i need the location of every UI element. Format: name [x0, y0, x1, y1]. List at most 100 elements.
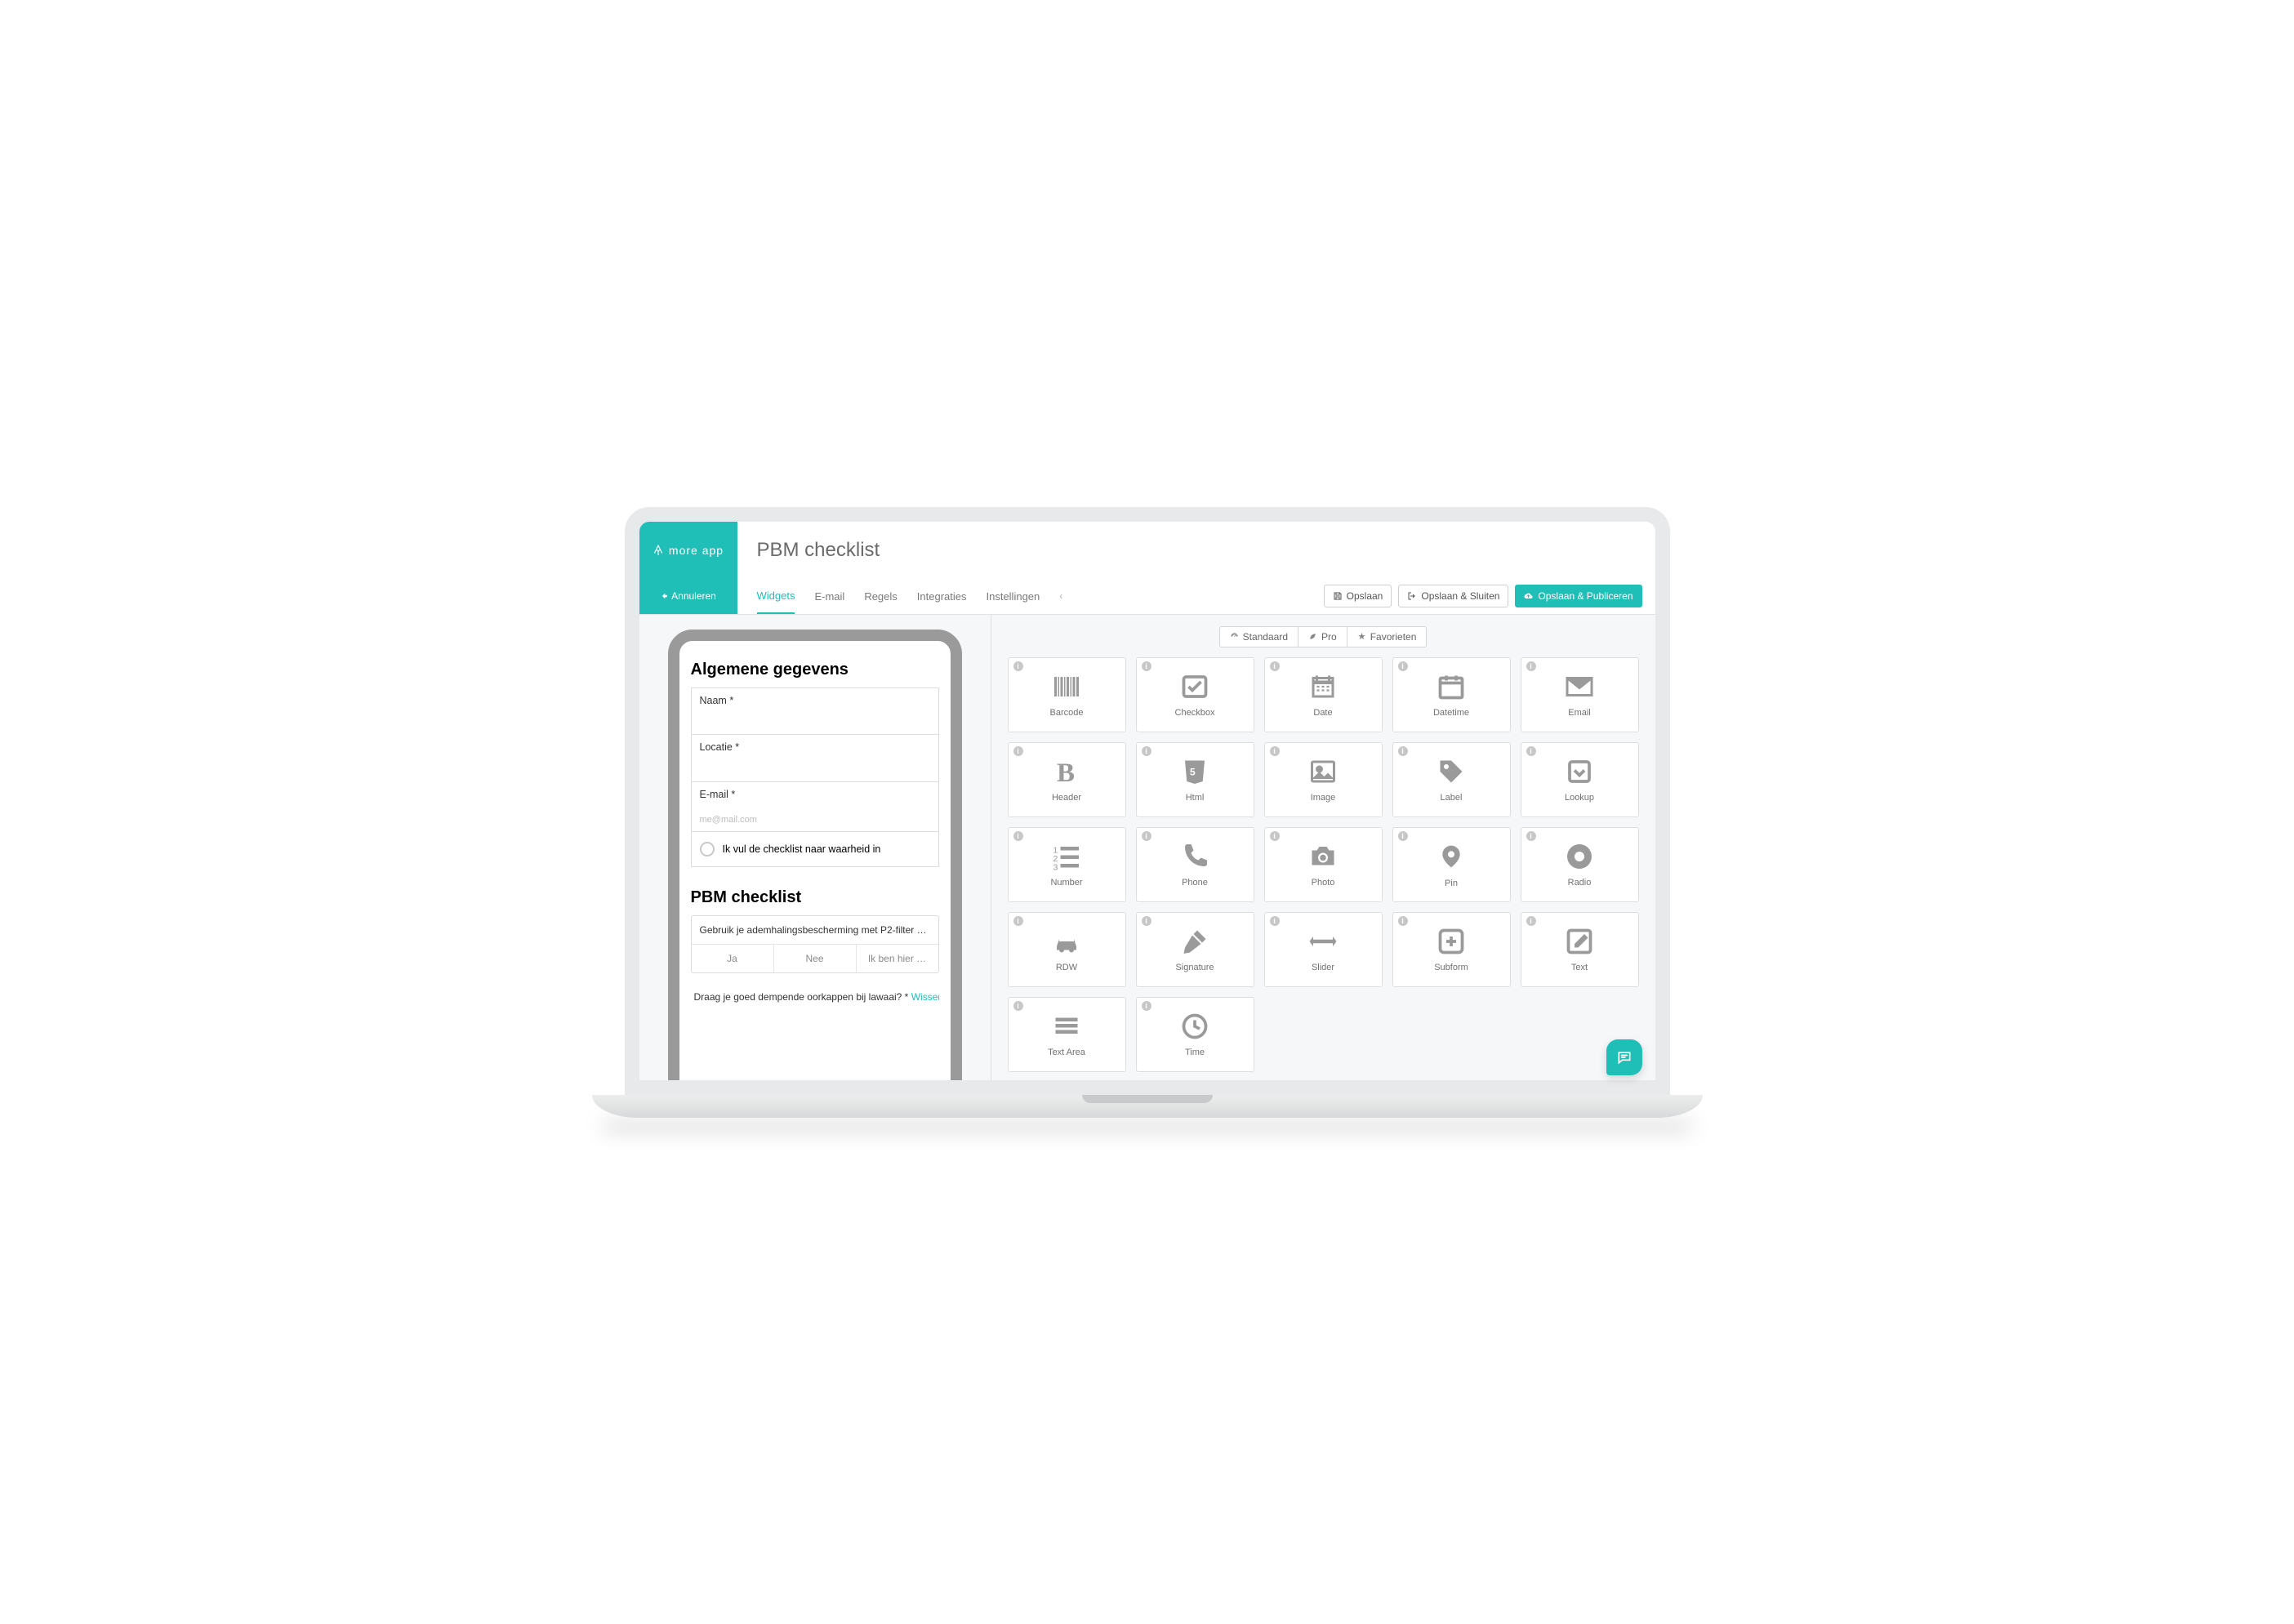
save-close-button[interactable]: Opslaan & Sluiten — [1398, 585, 1508, 607]
info-icon[interactable]: i — [1270, 746, 1280, 756]
info-icon[interactable]: i — [1270, 661, 1280, 671]
widget-label: Text — [1571, 963, 1588, 972]
truth-checkbox-label: Ik vul de checklist naar waarheid in — [723, 843, 881, 855]
editor-tabs: Widgets E-mail Regels Integraties Instel… — [737, 579, 1324, 614]
star-icon — [1357, 632, 1366, 641]
info-icon[interactable]: i — [1013, 831, 1023, 841]
widget-header[interactable]: i B Header — [1008, 742, 1126, 817]
rdw-icon — [1049, 927, 1084, 956]
widget-label: Header — [1052, 793, 1081, 803]
chat-fab[interactable] — [1606, 1039, 1642, 1075]
info-icon[interactable]: i — [1013, 916, 1023, 926]
widget-label[interactable]: i Label — [1392, 742, 1511, 817]
widget-email[interactable]: iEmail — [1521, 657, 1639, 732]
field-location[interactable]: Locatie * — [691, 735, 939, 782]
info-icon[interactable]: i — [1013, 746, 1023, 756]
widget-label: Datetime — [1433, 708, 1469, 718]
chevron-left-icon[interactable]: ‹ — [1059, 579, 1062, 614]
svg-text:B: B — [1057, 759, 1075, 786]
question-1: Gebruik je ademhalingsbescherming met P2… — [691, 915, 939, 973]
widget-label: Barcode — [1050, 708, 1084, 718]
truth-checkbox-row[interactable]: Ik vul de checklist naar waarheid in — [691, 832, 939, 867]
palette-tab-standard-label: Standaard — [1243, 631, 1288, 643]
widget-time[interactable]: iTime — [1136, 997, 1254, 1072]
info-icon[interactable]: i — [1526, 916, 1536, 926]
widget-label: Text Area — [1048, 1048, 1085, 1057]
option-yes[interactable]: Ja — [692, 945, 774, 972]
option-no[interactable]: Nee — [774, 945, 857, 972]
info-icon[interactable]: i — [1526, 831, 1536, 841]
widget-label: Lookup — [1565, 793, 1594, 803]
barcode-icon — [1050, 672, 1083, 701]
brand-name: more app — [669, 544, 724, 557]
option-na[interactable]: Ik ben hier … — [857, 945, 938, 972]
info-icon[interactable]: i — [1398, 831, 1408, 841]
widget-label: Photo — [1312, 878, 1335, 888]
label-icon — [1435, 757, 1468, 786]
logo-icon — [653, 545, 664, 556]
html-icon: 5 — [1180, 757, 1209, 786]
tab-settings[interactable]: Instellingen — [986, 579, 1040, 614]
widget-radio[interactable]: i Radio — [1521, 827, 1639, 902]
palette-tab-standard[interactable]: Standaard — [1219, 626, 1298, 647]
palette-tab-favorites[interactable]: Favorieten — [1347, 626, 1428, 647]
widget-image[interactable]: iImage — [1264, 742, 1383, 817]
field-email-label: E-mail * — [700, 789, 930, 800]
info-icon[interactable]: i — [1398, 746, 1408, 756]
phone-icon — [1180, 842, 1209, 871]
info-icon[interactable]: i — [1142, 831, 1151, 841]
info-icon[interactable]: i — [1398, 916, 1408, 926]
save-close-label: Opslaan & Sluiten — [1421, 590, 1499, 602]
widget-text[interactable]: i Text — [1521, 912, 1639, 987]
widget-datetime[interactable]: i Datetime — [1392, 657, 1511, 732]
info-icon[interactable]: i — [1270, 916, 1280, 926]
widget-label: Slider — [1312, 963, 1334, 972]
widget-label: Subform — [1434, 963, 1468, 972]
tab-widgets[interactable]: Widgets — [757, 579, 795, 614]
cancel-label: Annuleren — [671, 590, 716, 602]
info-icon[interactable]: i — [1398, 661, 1408, 671]
widget-phone[interactable]: i Phone — [1136, 827, 1254, 902]
tab-email[interactable]: E-mail — [814, 579, 844, 614]
field-name[interactable]: Naam * — [691, 687, 939, 735]
info-icon[interactable]: i — [1142, 1001, 1151, 1011]
clear-link[interactable]: Wisser — [911, 991, 939, 1003]
widget-textarea[interactable]: i Text Area — [1008, 997, 1126, 1072]
palette-tab-favorites-label: Favorieten — [1370, 631, 1417, 643]
save-button[interactable]: Opslaan — [1324, 585, 1392, 607]
widget-subform[interactable]: i Subform — [1392, 912, 1511, 987]
widget-html[interactable]: i5Html — [1136, 742, 1254, 817]
info-icon[interactable]: i — [1013, 661, 1023, 671]
widget-lookup[interactable]: i Lookup — [1521, 742, 1639, 817]
date-icon — [1307, 672, 1339, 701]
info-icon[interactable]: i — [1270, 831, 1280, 841]
info-icon[interactable]: i — [1142, 916, 1151, 926]
save-publish-button[interactable]: Opslaan & Publiceren — [1515, 585, 1641, 607]
widget-photo[interactable]: i Photo — [1264, 827, 1383, 902]
palette-tab-pro[interactable]: Pro — [1298, 626, 1347, 647]
widget-signature[interactable]: iSignature — [1136, 912, 1254, 987]
widget-label: Phone — [1182, 878, 1208, 888]
info-icon[interactable]: i — [1526, 661, 1536, 671]
tab-integrations[interactable]: Integraties — [917, 579, 967, 614]
info-icon[interactable]: i — [1013, 1001, 1023, 1011]
info-icon[interactable]: i — [1142, 661, 1151, 671]
widget-date[interactable]: iDate — [1264, 657, 1383, 732]
info-icon[interactable]: i — [1526, 746, 1536, 756]
tab-rules[interactable]: Regels — [864, 579, 897, 614]
widget-label: Radio — [1568, 878, 1592, 888]
widget-barcode[interactable]: i Barcode — [1008, 657, 1126, 732]
slider-icon — [1306, 927, 1340, 956]
widget-slider[interactable]: i Slider — [1264, 912, 1383, 987]
number-icon: 123 — [1050, 842, 1083, 871]
info-icon[interactable]: i — [1142, 746, 1151, 756]
cancel-button[interactable]: Annuleren — [639, 578, 737, 614]
leaf-icon — [1308, 632, 1317, 641]
brand-logo[interactable]: more app — [639, 522, 737, 579]
widget-checkbox[interactable]: iCheckbox — [1136, 657, 1254, 732]
widget-pin[interactable]: iPin — [1392, 827, 1511, 902]
field-email[interactable]: E-mail * me@mail.com — [691, 782, 939, 832]
widget-number[interactable]: i123Number — [1008, 827, 1126, 902]
widget-label: Label — [1441, 793, 1463, 803]
widget-rdw[interactable]: iRDW — [1008, 912, 1126, 987]
